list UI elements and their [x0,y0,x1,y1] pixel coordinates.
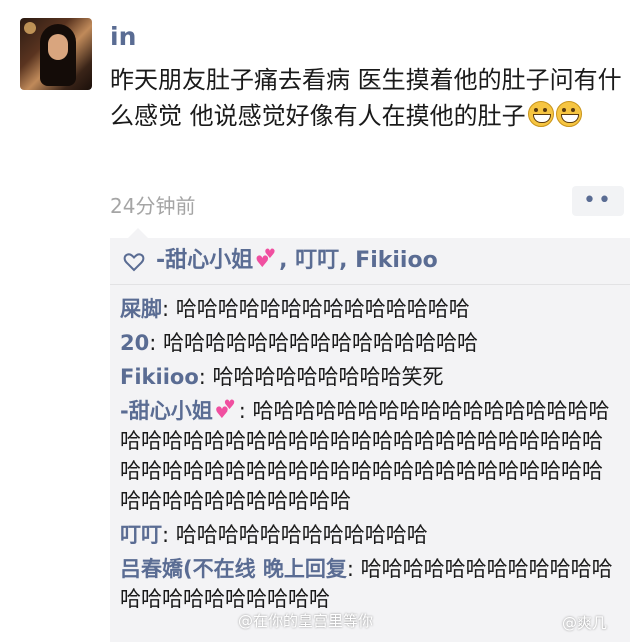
comment-author[interactable]: 20 [120,331,149,355]
post-text: 昨天朋友肚子痛去看病 医生摸着他的肚子问有什么感觉 他说感觉好像有人在摸他的肚子 [110,62,630,134]
post-timestamp: 24分钟前 [110,194,196,218]
likes-row: -甜心小姐 ♥ ♥, 叮叮, Fikiioo [110,238,630,285]
comment-text: : 哈哈哈哈哈哈哈哈哈哈哈哈哈哈哈 [149,331,478,355]
comment-item[interactable]: 叮叮: 哈哈哈哈哈哈哈哈哈哈哈哈 [120,520,620,550]
avatar-light [24,22,36,34]
comment-section: -甜心小姐 ♥ ♥, 叮叮, Fikiioo 屎脚: 哈哈哈哈哈哈哈哈哈哈哈哈哈哈 … [110,228,630,642]
comment-author[interactable]: -甜心小姐 [120,399,213,423]
comment-item[interactable]: 屎脚: 哈哈哈哈哈哈哈哈哈哈哈哈哈哈 [120,294,620,324]
grinning-face-icon [555,101,582,127]
comment-author[interactable]: 叮叮 [120,523,162,547]
comment-text: : 哈哈哈哈哈哈哈哈哈哈哈哈 [162,523,428,547]
comment-text: : 哈哈哈哈哈哈哈哈哈笑死 [198,365,444,389]
comment-item[interactable]: 吕春嬌(不在线 晚上回复: 哈哈哈哈哈哈哈哈哈哈哈哈哈哈哈哈哈哈哈哈哈哈 [120,554,620,614]
user-avatar[interactable] [20,18,92,90]
likes-names: -甜心小姐 ♥ ♥, 叮叮, Fikiioo [156,238,438,284]
comment-author[interactable]: 屎脚 [120,297,162,321]
watermark-left: @在你的皇宫里等你 [238,612,374,630]
like-name-1[interactable]: -甜心小姐 [156,248,253,273]
like-names-rest[interactable]: , 叮叮, Fikiioo [279,248,438,273]
watermark-right: @爽几 [562,614,608,632]
heart-outline-icon[interactable] [122,250,146,274]
comment-author[interactable]: Fikiioo [120,365,199,389]
post-username[interactable]: in [110,22,136,51]
comment-item[interactable]: 20: 哈哈哈哈哈哈哈哈哈哈哈哈哈哈哈 [120,328,620,358]
grinning-face-icon [527,101,554,127]
two-hearts-icon: ♥ ♥ [255,247,276,271]
comment-item[interactable]: Fikiioo: 哈哈哈哈哈哈哈哈哈笑死 [120,362,620,392]
two-hearts-icon: ♥ ♥ [214,398,236,422]
comment-author[interactable]: 吕春嬌(不在线 晚上回复 [120,557,347,581]
comment-text: : 哈哈哈哈哈哈哈哈哈哈哈哈哈哈 [162,297,470,321]
comment-list: 屎脚: 哈哈哈哈哈哈哈哈哈哈哈哈哈哈 20: 哈哈哈哈哈哈哈哈哈哈哈哈哈哈哈 F… [120,290,620,614]
comment-item[interactable]: -甜心小姐 ♥ ♥: 哈哈哈哈哈哈哈哈哈哈哈哈哈哈哈哈哈哈哈哈哈哈哈哈哈哈哈哈哈哈哈… [120,396,620,516]
more-options-button[interactable]: •• [572,186,624,216]
avatar-face [48,34,68,60]
